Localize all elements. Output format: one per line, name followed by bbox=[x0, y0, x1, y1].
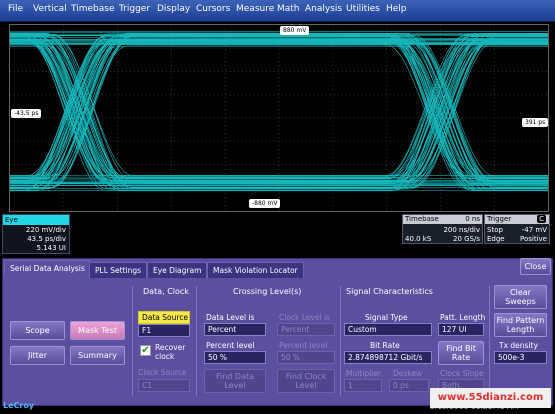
trigger-descriptor[interactable]: Trigger C Stop -47 mV Edge Positive bbox=[484, 214, 550, 244]
trigger-type: Edge bbox=[487, 235, 505, 243]
scope-button[interactable]: Scope bbox=[10, 321, 65, 340]
find-clock-level-button[interactable]: Find Clock Level bbox=[277, 369, 335, 393]
bottom-level-marker: -880 mV bbox=[249, 199, 281, 208]
tab-serial-data-analysis[interactable]: Serial Data Analysis bbox=[4, 260, 91, 278]
data-level-field[interactable]: Percent bbox=[204, 323, 266, 336]
eye-trace-descriptor[interactable]: Eye 220 mV/div 43.5 ps/div 5.143 UI bbox=[2, 214, 70, 254]
eye-trace-title: Eye bbox=[3, 215, 69, 225]
menu-math[interactable]: Math bbox=[277, 4, 300, 14]
data-source-field[interactable]: F1 bbox=[138, 324, 190, 337]
eye-volts-per-div: 220 mV/div bbox=[25, 226, 66, 234]
timebase-descriptor[interactable]: Timebase 0 ns 200 ns/div 40.0 kS 20 GS/s bbox=[402, 214, 483, 244]
tab-pll-settings[interactable]: PLL Settings bbox=[89, 262, 148, 278]
clock-slope-label: Clock Slope bbox=[440, 369, 484, 378]
percent-level-field[interactable]: 50 % bbox=[204, 351, 266, 364]
find-pattern-length-button[interactable]: Find Pattern Length bbox=[494, 313, 547, 337]
close-button[interactable]: Close bbox=[520, 258, 551, 275]
deskew-field[interactable]: 0 ps bbox=[389, 379, 429, 392]
clock-source-field[interactable]: C1 bbox=[138, 379, 190, 392]
tx-density-label: Tx density bbox=[499, 341, 538, 350]
trigger-channel-badge: C bbox=[537, 215, 546, 223]
clock-percent-level-field[interactable]: 50 % bbox=[277, 351, 335, 364]
deskew-label: Deskew bbox=[393, 369, 423, 378]
trigger-level: -47 mV bbox=[521, 226, 547, 234]
timebase-samples: 40.0 kS bbox=[405, 235, 432, 243]
tx-density-field[interactable]: 500e-3 bbox=[494, 351, 547, 364]
eye-time-per-div: 43.5 ps/div bbox=[27, 235, 66, 243]
top-level-marker: 880 mV bbox=[280, 26, 310, 35]
clock-level-label: Clock Level is bbox=[279, 313, 330, 322]
data-level-label: Data Level is bbox=[206, 313, 255, 322]
find-bit-rate-button[interactable]: Find Bit Rate bbox=[438, 341, 484, 365]
section-crossing-level-heading: Crossing Level(s) bbox=[233, 287, 302, 296]
menu-bar: File Vertical Timebase Trigger Display C… bbox=[0, 0, 555, 22]
menu-timebase[interactable]: Timebase bbox=[71, 4, 114, 14]
eye-diagram-trace bbox=[10, 25, 548, 211]
menu-cursors[interactable]: Cursors bbox=[196, 4, 230, 14]
pattern-length-label: Patt. Length bbox=[440, 313, 486, 322]
multiplier-field[interactable]: 1 bbox=[344, 379, 382, 392]
clear-sweeps-button[interactable]: Clear Sweeps bbox=[494, 285, 547, 309]
section-signal-characteristics-heading: Signal Characteristics bbox=[346, 287, 433, 296]
menu-trigger[interactable]: Trigger bbox=[119, 4, 150, 14]
bit-rate-field[interactable]: 2.874898712 Gbit/s bbox=[344, 351, 432, 364]
menu-file[interactable]: File bbox=[8, 4, 23, 14]
find-data-level-button[interactable]: Find Data Level bbox=[204, 369, 266, 393]
menu-vertical[interactable]: Vertical bbox=[33, 4, 67, 14]
clock-source-label: Clock Source bbox=[138, 368, 187, 377]
clock-percent-level-label: Percent level bbox=[279, 341, 328, 350]
jitter-button[interactable]: Jitter bbox=[10, 346, 65, 365]
menu-display[interactable]: Display bbox=[157, 4, 190, 14]
right-time-marker: 391 ps bbox=[522, 118, 548, 127]
divider bbox=[196, 286, 197, 396]
signal-type-field[interactable]: Custom bbox=[344, 323, 432, 336]
timebase-offset: 0 ns bbox=[465, 215, 480, 223]
trigger-slope: Positive bbox=[520, 235, 547, 243]
menu-help[interactable]: Help bbox=[386, 4, 407, 14]
mask-test-button[interactable]: Mask Test bbox=[70, 321, 125, 340]
bit-rate-label: Bit Rate bbox=[370, 341, 400, 350]
data-source-label: Data Source bbox=[138, 311, 190, 324]
tab-eye-diagram[interactable]: Eye Diagram bbox=[147, 262, 208, 278]
menu-utilities[interactable]: Utilities bbox=[346, 4, 380, 14]
clock-level-field[interactable]: Percent bbox=[277, 323, 335, 336]
tab-mask-violation-locator[interactable]: Mask Violation Locator bbox=[207, 262, 304, 278]
multiplier-label: Multiplier bbox=[346, 369, 381, 378]
pattern-length-field[interactable]: 127 UI bbox=[438, 323, 484, 336]
divider bbox=[340, 286, 341, 396]
menu-analysis[interactable]: Analysis bbox=[305, 4, 342, 14]
recover-clock-label: Recover clock bbox=[155, 343, 186, 361]
scope-display[interactable]: 880 mV -880 mV -43.5 ps 391 ps bbox=[9, 24, 549, 212]
divider bbox=[132, 286, 133, 396]
section-data-clock-heading: Data, Clock bbox=[143, 287, 189, 296]
menu-measure[interactable]: Measure bbox=[236, 4, 274, 14]
watermark: www.55dianzi.com bbox=[430, 388, 551, 408]
lecroy-logo: LeCroy bbox=[3, 401, 35, 410]
recover-clock-checkbox[interactable]: ✔ bbox=[140, 345, 151, 356]
divider bbox=[489, 286, 490, 396]
percent-level-label: Percent level bbox=[206, 341, 255, 350]
left-time-marker: -43.5 ps bbox=[11, 109, 42, 118]
timebase-rate: 20 GS/s bbox=[452, 235, 480, 243]
eye-unit-interval: 5.143 UI bbox=[36, 244, 66, 252]
summary-button[interactable]: Summary bbox=[70, 346, 125, 365]
trigger-mode: Stop bbox=[487, 226, 503, 234]
timebase-scale: 200 ns/div bbox=[443, 226, 480, 234]
signal-type-label: Signal Type bbox=[365, 313, 408, 322]
